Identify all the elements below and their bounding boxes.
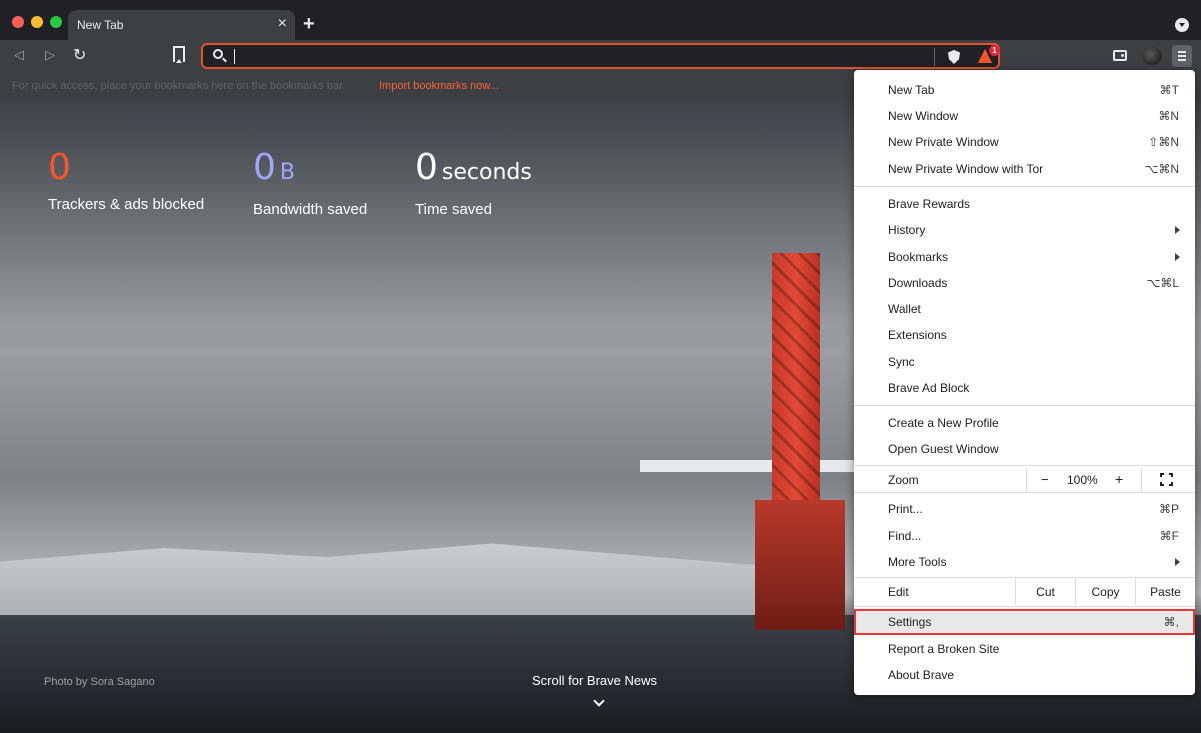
bandwidth-label: Bandwidth saved [253, 201, 368, 218]
menu-item-zoom: Zoom − 100% + [854, 467, 1195, 492]
zoom-controls: − 100% + [1026, 467, 1195, 492]
close-window-button[interactable] [12, 16, 24, 28]
zoom-level: 100% [1067, 473, 1098, 487]
menu-separator [854, 405, 1195, 406]
submenu-arrow-icon [1175, 253, 1180, 261]
search-icon [213, 49, 223, 59]
title-bar: New Tab × + [0, 0, 1201, 40]
zoom-label: Zoom [888, 473, 919, 487]
menu-item-create-profile[interactable]: Create a New Profile [854, 410, 1195, 436]
toolbar: ◁ ▷ ↻ 1 [0, 40, 1201, 72]
menu-item-guest-window[interactable]: Open Guest Window [854, 436, 1195, 462]
fullscreen-icon[interactable] [1160, 473, 1173, 486]
zoom-in-button[interactable]: + [1115, 471, 1123, 487]
zoom-out-button[interactable]: − [1041, 472, 1049, 487]
tab-title: New Tab [77, 18, 124, 32]
menu-line-icon [1178, 59, 1186, 61]
new-tab-button[interactable]: + [303, 13, 315, 35]
bookmark-icon[interactable] [173, 46, 185, 63]
import-bookmarks-link[interactable]: Import bookmarks now... [379, 80, 499, 92]
address-divider [934, 48, 935, 66]
menu-item-settings[interactable]: Settings ⌘, [854, 609, 1195, 635]
address-input[interactable] [239, 47, 919, 65]
menu-item-new-private-window[interactable]: New Private Window ⇧⌘N [854, 129, 1195, 155]
menu-item-new-tab[interactable]: New Tab ⌘T [854, 77, 1195, 103]
menu-item-brave-rewards[interactable]: Brave Rewards [854, 191, 1195, 217]
menu-item-print[interactable]: Print... ⌘P [854, 496, 1195, 522]
zoom-divider [1141, 467, 1142, 492]
bandwidth-unit: B [279, 160, 295, 185]
photo-credit[interactable]: Photo by Sora Sagano [44, 676, 155, 688]
menu-item-edit: Edit Cut Copy Paste [854, 578, 1195, 605]
trackers-label: Trackers & ads blocked [48, 196, 205, 213]
tab-close-icon[interactable]: × [278, 15, 287, 33]
text-caret [234, 49, 235, 64]
app-menu-button[interactable] [1172, 45, 1192, 67]
menu-separator [854, 492, 1195, 493]
back-icon[interactable]: ◁ [14, 47, 24, 63]
brave-shields-icon[interactable] [948, 50, 960, 64]
time-label: Time saved [415, 201, 492, 218]
reload-icon[interactable]: ↻ [73, 45, 86, 65]
menu-item-report-broken-site[interactable]: Report a Broken Site [854, 636, 1195, 662]
menu-item-about-brave[interactable]: About Brave [854, 662, 1195, 688]
tab-search-icon[interactable] [1175, 18, 1189, 32]
time-value: 0 [415, 147, 438, 188]
background-bridge-deck [640, 460, 860, 472]
address-bar[interactable]: 1 [201, 43, 1000, 69]
menu-separator [854, 465, 1195, 466]
trackers-value: 0 [48, 147, 71, 188]
menu-line-icon [1178, 51, 1186, 53]
stat-time: 0 seconds Time saved [415, 147, 532, 219]
zoom-window-button[interactable] [50, 16, 62, 28]
menu-item-new-window[interactable]: New Window ⌘N [854, 103, 1195, 129]
menu-line-icon [1178, 55, 1186, 57]
tab-new-tab[interactable]: New Tab × [68, 10, 295, 40]
profile-avatar-icon[interactable] [1142, 47, 1162, 65]
copy-button[interactable]: Copy [1075, 578, 1135, 605]
time-unit: seconds [441, 160, 532, 185]
bookmarks-hint: For quick access, place your bookmarks h… [12, 80, 346, 92]
app-menu: New Tab ⌘T New Window ⌘N New Private Windo… [854, 70, 1195, 695]
forward-icon[interactable]: ▷ [45, 47, 55, 63]
wallet-icon[interactable] [1113, 50, 1127, 61]
submenu-arrow-icon [1175, 558, 1180, 566]
menu-item-brave-ad-block[interactable]: Brave Ad Block [854, 375, 1195, 401]
menu-separator [854, 186, 1195, 187]
scroll-for-news[interactable]: Scroll for Brave News [532, 673, 657, 688]
menu-item-bookmarks[interactable]: Bookmarks [854, 244, 1195, 270]
menu-item-more-tools[interactable]: More Tools [854, 549, 1195, 575]
edit-label: Edit [888, 585, 909, 599]
stat-bandwidth: 0B Bandwidth saved [253, 147, 368, 219]
menu-item-sync[interactable]: Sync [854, 349, 1195, 375]
menu-item-wallet[interactable]: Wallet [854, 296, 1195, 322]
bandwidth-value: 0 [253, 147, 276, 188]
stat-trackers: 0 Trackers & ads blocked [48, 147, 205, 214]
menu-item-find[interactable]: Find... ⌘F [854, 523, 1195, 549]
background-snow [0, 543, 820, 620]
background-bridge-pier [755, 500, 845, 630]
submenu-arrow-icon [1175, 226, 1180, 234]
cut-button[interactable]: Cut [1015, 578, 1075, 605]
menu-item-extensions[interactable]: Extensions [854, 322, 1195, 348]
menu-item-downloads[interactable]: Downloads ⌥⌘L [854, 270, 1195, 296]
paste-button[interactable]: Paste [1135, 578, 1195, 605]
minimize-window-button[interactable] [31, 16, 43, 28]
menu-item-private-window-tor[interactable]: New Private Window with Tor ⌥⌘N [854, 156, 1195, 182]
menu-item-history[interactable]: History [854, 217, 1195, 243]
rewards-badge: 1 [989, 45, 1000, 56]
menu-separator [854, 606, 1195, 607]
